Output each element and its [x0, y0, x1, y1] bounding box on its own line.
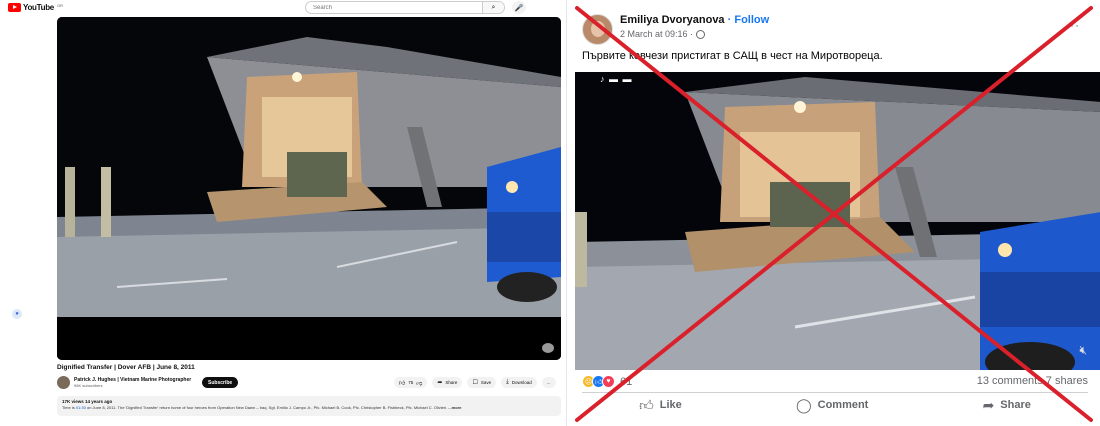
facebook-post-panel: Emiliya Dvoryanova · Follow 2 March at 0…	[566, 0, 1100, 426]
more-actions-button[interactable]: ...	[541, 377, 556, 388]
more-options-icon[interactable]: ···	[1065, 18, 1080, 32]
youtube-logo[interactable]: YouTube GR	[8, 3, 63, 12]
thumbs-down-icon[interactable]: 👎︎	[416, 379, 422, 387]
subscribe-button[interactable]: Subscribe	[202, 377, 239, 388]
like-button[interactable]: 👍︎ Like	[639, 397, 682, 414]
share-label: Share	[445, 380, 458, 385]
channel-subscribers: 98K subscribers	[74, 383, 103, 388]
youtube-logo-text: YouTube	[23, 3, 54, 12]
save-button[interactable]: ☐ Save	[467, 377, 497, 388]
love-reaction-icon: ♥	[602, 375, 615, 388]
channel-text: Patrick J. Hughes | Vietnam Marine Photo…	[74, 377, 191, 388]
like-label: Like	[659, 399, 682, 411]
post-text: Първите ковчези пристигат в САЩ в чест н…	[582, 50, 883, 62]
share-icon: ➦	[437, 380, 443, 386]
youtube-play-icon	[8, 3, 21, 12]
video-title: Dignified Transfer | Dover AFB | June 8,…	[57, 364, 195, 371]
video-description[interactable]: 17K views 14 years ago Time is 01:30 on …	[57, 396, 561, 416]
share-button[interactable]: ➦ Share	[983, 397, 1031, 414]
post-timestamp-row: 2 March at 09:16 ·	[620, 29, 706, 39]
post-actions: 👍︎ Like ◯ Comment ➦ Share	[582, 395, 1088, 415]
description-rest: on June 8, 2011. The 'Dignified Transfer…	[85, 405, 448, 410]
video-actions: 👍︎ 75 👎︎ ➦ Share ☐ Save ⤓ Download ...	[394, 377, 556, 388]
mic-icon: 🎤	[514, 4, 524, 12]
share-label: Share	[1000, 399, 1031, 411]
post-header: Emiliya Dvoryanova · Follow	[620, 14, 769, 26]
post-timestamp[interactable]: 2 March at 09:16 ·	[620, 29, 693, 39]
youtube-logo-country: GR	[56, 3, 63, 8]
search-icon: ⌕	[491, 3, 496, 11]
volume-icon[interactable]: 🔇︎	[1079, 343, 1087, 358]
comment-label: Comment	[817, 399, 869, 411]
channel-avatar[interactable]	[57, 376, 70, 389]
download-icon: ⤓	[506, 379, 509, 385]
reaction-count: 61	[620, 375, 633, 388]
download-button[interactable]: ⤓ Download	[501, 377, 537, 388]
channel-info: Patrick J. Hughes | Vietnam Marine Photo…	[57, 376, 191, 389]
like-button[interactable]: 👍︎ 75 👎︎	[394, 377, 428, 388]
thumbs-up-icon: 👍︎	[399, 380, 406, 387]
save-label: Save	[480, 380, 492, 385]
author-name[interactable]: Emiliya Dvoryanova	[620, 14, 725, 26]
search-button[interactable]: ⌕	[482, 2, 504, 13]
engagement-stats: 13 comments 7 shares	[977, 375, 1088, 387]
post-video-frame	[575, 72, 1100, 370]
share-button[interactable]: ➦ Share	[432, 377, 463, 388]
author-avatar[interactable]	[582, 14, 613, 45]
actions-divider	[582, 392, 1088, 393]
player-corner-icon[interactable]	[542, 343, 554, 353]
description-text: Time is 01:30 on June 8, 2011. The 'Dign…	[62, 405, 556, 410]
voice-search-button[interactable]: 🎤	[512, 1, 526, 14]
sidebar-indicator-icon[interactable]: ●	[12, 309, 22, 319]
description-timestamp-link[interactable]: 01:30	[76, 405, 86, 410]
video-frame	[57, 17, 561, 360]
youtube-panel: YouTube GR ⌕ 🎤 ●	[0, 0, 566, 426]
post-video[interactable]: ♪ ▬ ▬ 🔇︎	[575, 72, 1100, 370]
comments-count[interactable]: 13 comments	[977, 375, 1043, 387]
shares-count[interactable]: 7 shares	[1046, 375, 1088, 387]
comment-button[interactable]: ◯ Comment	[796, 397, 868, 414]
description-prefix: Time is	[62, 405, 76, 410]
share-icon: ➦	[982, 396, 995, 413]
download-label: Download	[511, 380, 532, 385]
globe-icon	[696, 29, 706, 39]
reactions-summary[interactable]: ☹ 👍︎ ♥ 61	[582, 375, 632, 388]
thumbs-up-icon: 👍︎	[639, 396, 654, 413]
like-count: 75	[408, 380, 414, 385]
follow-link[interactable]: Follow	[734, 14, 769, 26]
views-and-date: 17K views 14 years ago	[62, 399, 113, 404]
comment-icon: ◯	[795, 396, 812, 413]
youtube-search-box: ⌕	[305, 1, 505, 14]
description-more-link[interactable]: ...more	[447, 405, 461, 410]
save-icon: ☐	[472, 380, 478, 386]
video-overlay-marks: ♪ ▬ ▬	[600, 74, 632, 84]
video-player[interactable]	[57, 17, 561, 360]
search-input[interactable]	[306, 4, 482, 11]
name-separator: ·	[724, 14, 735, 26]
